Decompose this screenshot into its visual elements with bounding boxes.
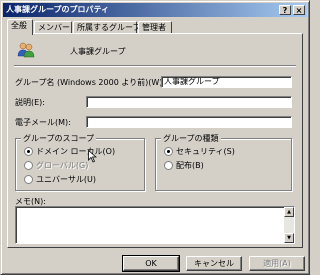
- email-input[interactable]: [86, 116, 292, 128]
- properties-window: 人事課グループのプロパティ ? × 全般 メンバー 所属するグループ 管理者 人…: [0, 0, 310, 275]
- separator: [14, 65, 296, 67]
- general-panel: 人事課グループ グループ名 (Windows 2000 より前)(W): 人事課…: [7, 33, 303, 248]
- ok-button[interactable]: OK: [122, 255, 180, 272]
- tab-general[interactable]: 全般: [7, 19, 33, 35]
- pre2000-label: グループ名 (Windows 2000 より前)(W):: [15, 78, 166, 87]
- type-groupbox: グループの種類 セキュリティ(S) 配布(B): [155, 133, 292, 191]
- radio-icon: [24, 161, 33, 170]
- radio-icon: [164, 161, 173, 170]
- help-button[interactable]: ?: [279, 5, 291, 15]
- title-bar[interactable]: 人事課グループのプロパティ ? ×: [3, 3, 307, 17]
- pre2000-name-input[interactable]: 人事課グループ: [161, 76, 292, 88]
- close-button[interactable]: ×: [293, 5, 305, 15]
- scope-domain-local-radio[interactable]: ドメイン ローカル(O): [24, 147, 115, 157]
- type-distribution-radio[interactable]: 配布(B): [164, 161, 204, 171]
- scroll-down-icon[interactable]: ▼: [284, 233, 294, 243]
- group-icon: [17, 42, 35, 58]
- radio-icon: [24, 175, 33, 184]
- apply-button[interactable]: 適用(A): [249, 256, 305, 271]
- scope-universal-radio[interactable]: ユニバーサル(U): [24, 175, 96, 185]
- type-security-radio[interactable]: セキュリティ(S): [164, 147, 235, 157]
- mouse-cursor-icon: [88, 149, 98, 165]
- group-name-display: 人事課グループ: [70, 47, 126, 56]
- scope-legend: グループのスコープ: [21, 133, 97, 144]
- description-label: 説明(E):: [15, 98, 45, 107]
- notes-textarea[interactable]: ▲ ▼: [15, 206, 295, 244]
- window-title: 人事課グループのプロパティ: [6, 5, 110, 14]
- email-label: 電子メール(M):: [15, 118, 71, 127]
- scope-groupbox: グループのスコープ ドメイン ローカル(O) グローバル(G) ユニバーサル(U…: [15, 133, 145, 191]
- scope-global-radio[interactable]: グローバル(G): [24, 161, 88, 171]
- notes-scrollbar[interactable]: ▲ ▼: [284, 207, 294, 243]
- cancel-button[interactable]: キャンセル: [186, 256, 242, 271]
- scroll-up-icon[interactable]: ▲: [284, 207, 294, 217]
- radio-selected-icon: [164, 147, 173, 156]
- description-input[interactable]: [86, 96, 292, 108]
- type-legend: グループの種類: [161, 133, 221, 144]
- radio-selected-icon: [24, 147, 33, 156]
